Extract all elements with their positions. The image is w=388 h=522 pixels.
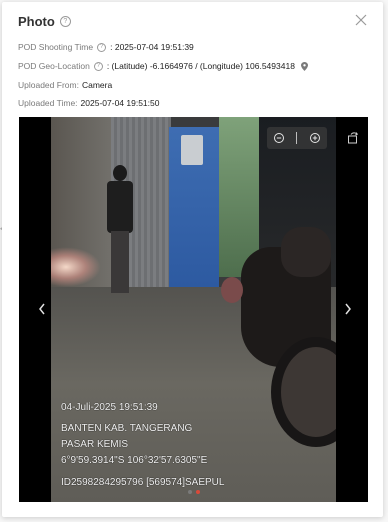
photo-dialog: Photo ? POD Shooting Time ? : 2025-07-04… [2,2,383,517]
uploaded-time-row: Uploaded Time: 2025-07-04 19:51:50 [18,98,159,108]
watermark-district: PASAR KEMIS [61,439,129,450]
shooting-time-label: POD Shooting Time [18,42,94,52]
watermark-datetime: 04-Juli-2025 19:51:39 [61,402,158,413]
chevron-right-icon [345,303,351,315]
dialog-title: Photo [18,14,55,29]
next-image-button[interactable] [341,301,355,317]
rotate-button[interactable] [346,131,360,145]
chevron-left-icon [39,303,45,315]
geo-location-row: POD Geo-Location ? : (Latitude) -6.16649… [18,61,308,71]
map-pin-icon[interactable] [300,61,308,71]
question-circle-icon[interactable]: ? [97,42,107,52]
question-circle-icon[interactable]: ? [59,16,71,27]
slide-dot-2[interactable] [195,490,200,494]
zoom-out-icon [273,133,284,143]
zoom-in-icon [310,133,321,143]
watermark-region: BANTEN KAB. TANGERANG [61,423,193,434]
photo-person [101,165,137,295]
photo-light [51,247,101,287]
geo-location-value: : (Latitude) -6.1664976 / (Longitude) 10… [106,61,295,71]
shooting-time-row: POD Shooting Time ? : 2025-07-04 19:51:3… [18,42,194,52]
rotate-icon [348,132,359,144]
geo-location-label: POD Geo-Location [18,61,90,71]
close-icon [355,14,367,26]
uploaded-time-value: 2025-07-04 19:51:50 [80,98,160,108]
uploaded-time-label: Uploaded Time: [18,98,78,108]
slide-dot-1[interactable] [187,490,192,494]
photo-motorcycle [221,227,336,447]
zoom-toolbar [267,127,327,149]
zoom-divider [296,132,298,144]
uploaded-from-row: Uploaded From: Camera [18,80,112,90]
image-viewer[interactable]: 04-Juli-2025 19:51:39 BANTEN KAB. TANGER… [19,117,368,502]
slide-indicator [19,490,368,494]
zoom-out-button[interactable] [273,132,285,144]
previous-image-button[interactable] [35,301,49,317]
uploaded-from-label: Uploaded From: [18,80,79,90]
question-circle-icon[interactable]: ? [93,61,103,71]
pod-photo: 04-Juli-2025 19:51:39 BANTEN KAB. TANGER… [51,117,336,502]
shooting-time-value: : 2025-07-04 19:51:39 [110,42,194,52]
zoom-in-button[interactable] [309,132,321,144]
uploaded-from-value: Camera [81,80,113,90]
dialog-header: Photo ? [18,14,71,29]
close-button[interactable] [353,12,369,28]
watermark-id: ID2598284295796 [569574]SAEPUL [61,477,225,488]
watermark-coordinates: 6°9'59.3914"S 106°32'57.6305"E [61,455,208,466]
photo-ac-unit [181,135,203,165]
